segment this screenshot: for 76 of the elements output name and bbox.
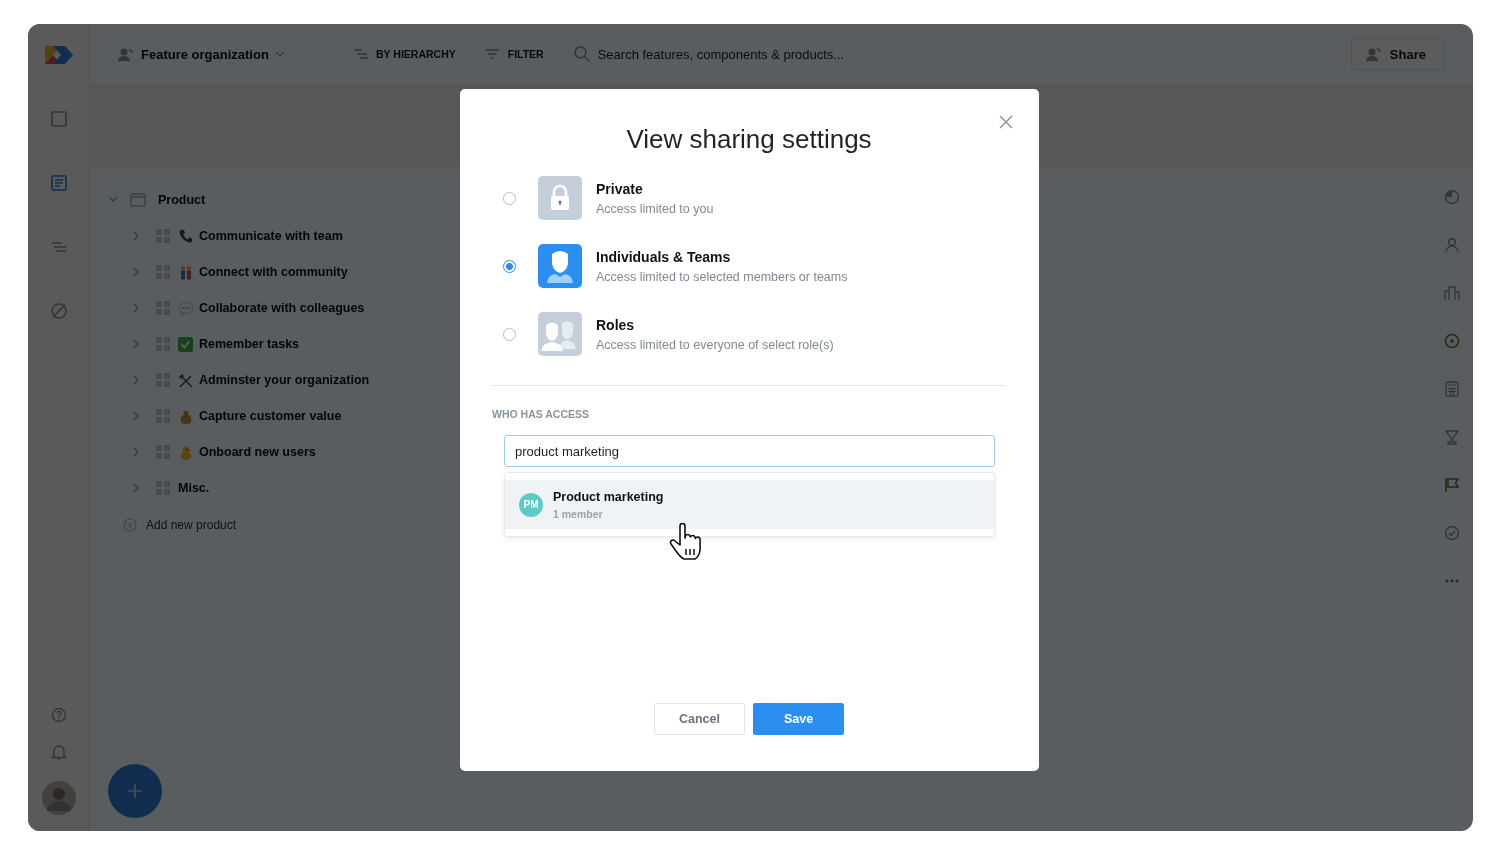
member-count: 1 member [553,507,604,520]
people-icon [118,47,134,61]
caret-icon [275,51,284,57]
cancel-button[interactable]: Cancel [654,703,745,735]
trophy-icon[interactable] [1443,428,1460,445]
flag-icon[interactable] [1443,476,1460,493]
help-icon[interactable] [50,707,67,723]
lock-icon [538,176,582,220]
people-icon [538,312,582,356]
add-product-link[interactable]: Add new product [106,506,237,544]
search-field[interactable]: product marketing [504,435,995,467]
chevron-right-icon[interactable] [132,304,140,312]
target-icon[interactable] [1443,332,1460,349]
window-icon [130,193,146,207]
radio-button[interactable] [503,259,516,273]
option-description: Access limited to everyone of select role(s) [596,338,834,352]
document-icon[interactable] [49,174,68,192]
hand-cursor-icon [668,523,704,561]
hierarchy-icon [354,48,368,60]
share-button[interactable]: Share [1350,38,1445,70]
tree-item[interactable]: Collaborate with colleagues [199,301,365,315]
result-name: Product marketing [553,489,664,504]
money-bag-icon [178,408,193,424]
chevron-right-icon[interactable] [132,448,140,456]
option-description: Access limited to you [596,202,714,216]
logo-icon[interactable] [42,44,75,66]
checkbox-icon [178,336,193,352]
chevron-right-icon[interactable] [132,268,140,276]
option-title: Private [596,180,644,198]
tree-item[interactable]: Remember tasks [199,337,300,351]
close-icon[interactable] [999,115,1013,129]
save-button[interactable]: Save [753,703,844,735]
view-selector[interactable]: Feature organization [118,46,348,62]
result-item[interactable]: PM Product marketing 1 member [505,480,994,529]
board-icon[interactable] [49,110,68,128]
phone-icon [178,228,193,244]
chevron-right-icon[interactable] [132,484,140,492]
tree-item[interactable]: Onboard new users [199,445,316,459]
person-icon [538,244,582,288]
hierarchy-button[interactable]: BY HIERARCHY [354,48,456,60]
chick-icon [178,444,193,460]
filter-button[interactable]: FILTER [485,48,544,60]
tree-item[interactable]: Connect with community [199,265,348,279]
section-label: WHO HAS ACCESS [492,408,591,420]
people-icon [1365,47,1382,61]
option-title: Individuals & Teams [596,248,732,266]
plus-circle-icon [123,518,137,532]
tree-item[interactable]: Communicate with team [199,229,343,243]
add-button[interactable] [108,764,162,818]
option-description: Access limited to selected members or teams [596,270,848,284]
chevron-right-icon[interactable] [132,376,140,384]
pie-chart-icon[interactable] [1443,188,1460,205]
tree-item[interactable]: Misc. [178,481,210,495]
option-title: Roles [596,316,636,334]
bell-icon[interactable] [50,743,67,761]
tree-item[interactable]: Product [158,193,206,207]
tools-icon [178,372,193,388]
initials-avatar: PM [519,492,543,517]
tree-item[interactable]: Adminster your organization [199,373,370,387]
filter-icon [485,48,500,60]
calculator-icon[interactable] [1443,380,1460,397]
chevron-right-icon[interactable] [132,412,140,420]
chevron-down-icon[interactable] [108,196,118,204]
people-icon [178,264,193,280]
plus-icon [127,783,143,799]
avatar-icon[interactable] [41,781,76,815]
dialog-title: View sharing settings [625,123,873,155]
person-icon[interactable] [1443,236,1460,253]
tree-item[interactable]: Capture customer value [199,409,342,423]
chevron-right-icon[interactable] [132,232,140,240]
search-field[interactable]: Search features, components & products... [595,45,1200,63]
building-icon[interactable] [1443,284,1460,301]
chevron-right-icon[interactable] [132,340,140,348]
check-circle-icon[interactable] [1443,524,1460,541]
speech-bubble-icon [178,300,193,316]
search-icon [573,46,590,62]
